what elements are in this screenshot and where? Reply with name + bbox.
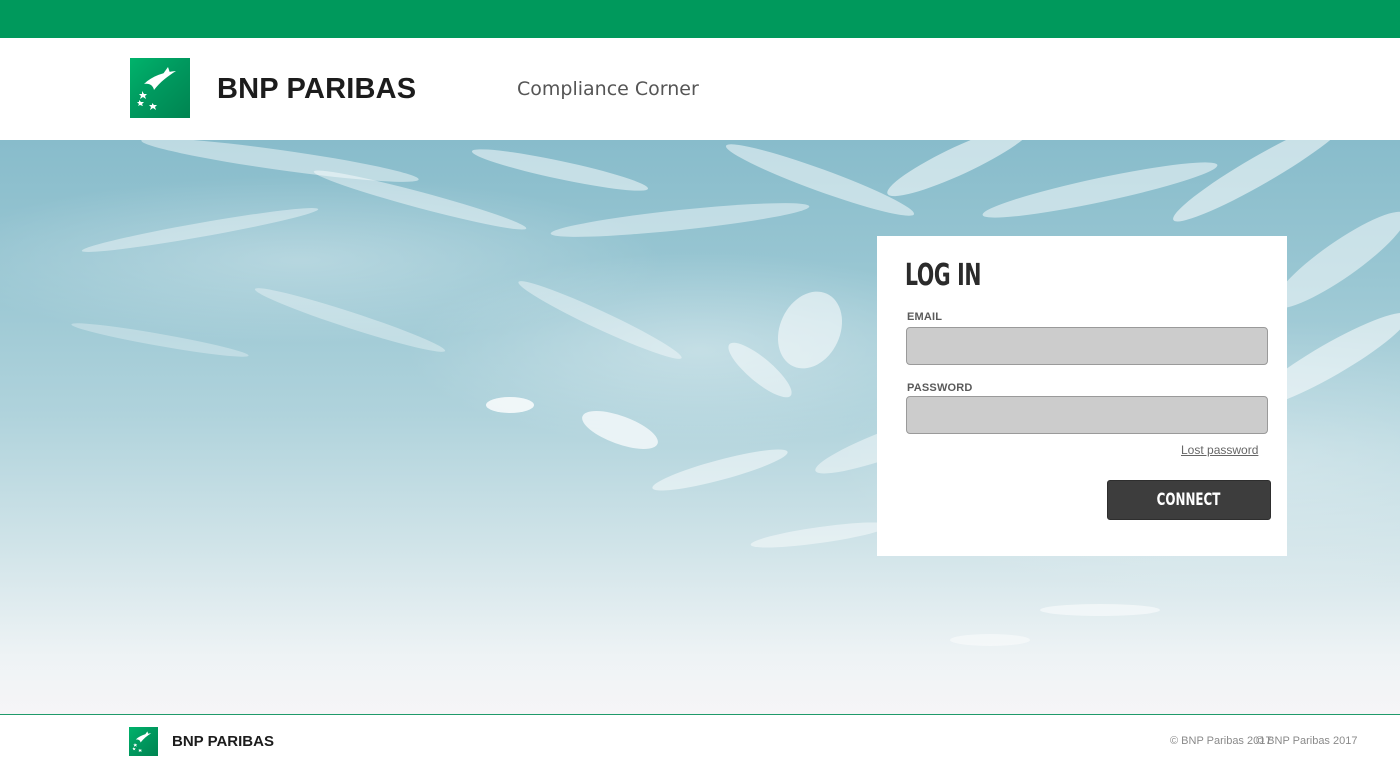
login-title: LOG IN (905, 258, 982, 293)
email-label: EMAIL (907, 311, 943, 323)
login-page: BNP PARIBAS Compliance Corner LOG IN EMA… (0, 0, 1400, 768)
connect-button-label: CONNECT (1157, 490, 1221, 510)
brand-name: BNP PARIBAS (217, 73, 417, 105)
email-field[interactable] (906, 327, 1268, 365)
app-title: Compliance Corner (517, 78, 699, 100)
lost-password-link[interactable]: Lost password (1181, 443, 1258, 457)
connect-button[interactable]: CONNECT (1107, 480, 1271, 520)
password-field[interactable] (906, 396, 1268, 434)
header: BNP PARIBAS Compliance Corner (0, 38, 1400, 140)
password-label: PASSWORD (907, 382, 973, 394)
login-card: LOG IN EMAIL PASSWORD Lost password CONN… (877, 236, 1287, 556)
copyright-text-duplicate: © BNP Paribas 2017 (1256, 735, 1358, 747)
top-accent-bar (0, 0, 1400, 38)
footer-bnp-logo-icon (129, 727, 158, 756)
footer-brand-name: BNP PARIBAS (172, 733, 274, 750)
bnp-logo-icon (130, 58, 190, 118)
footer: BNP PARIBAS © BNP Paribas 2017 © BNP Par… (0, 715, 1400, 768)
